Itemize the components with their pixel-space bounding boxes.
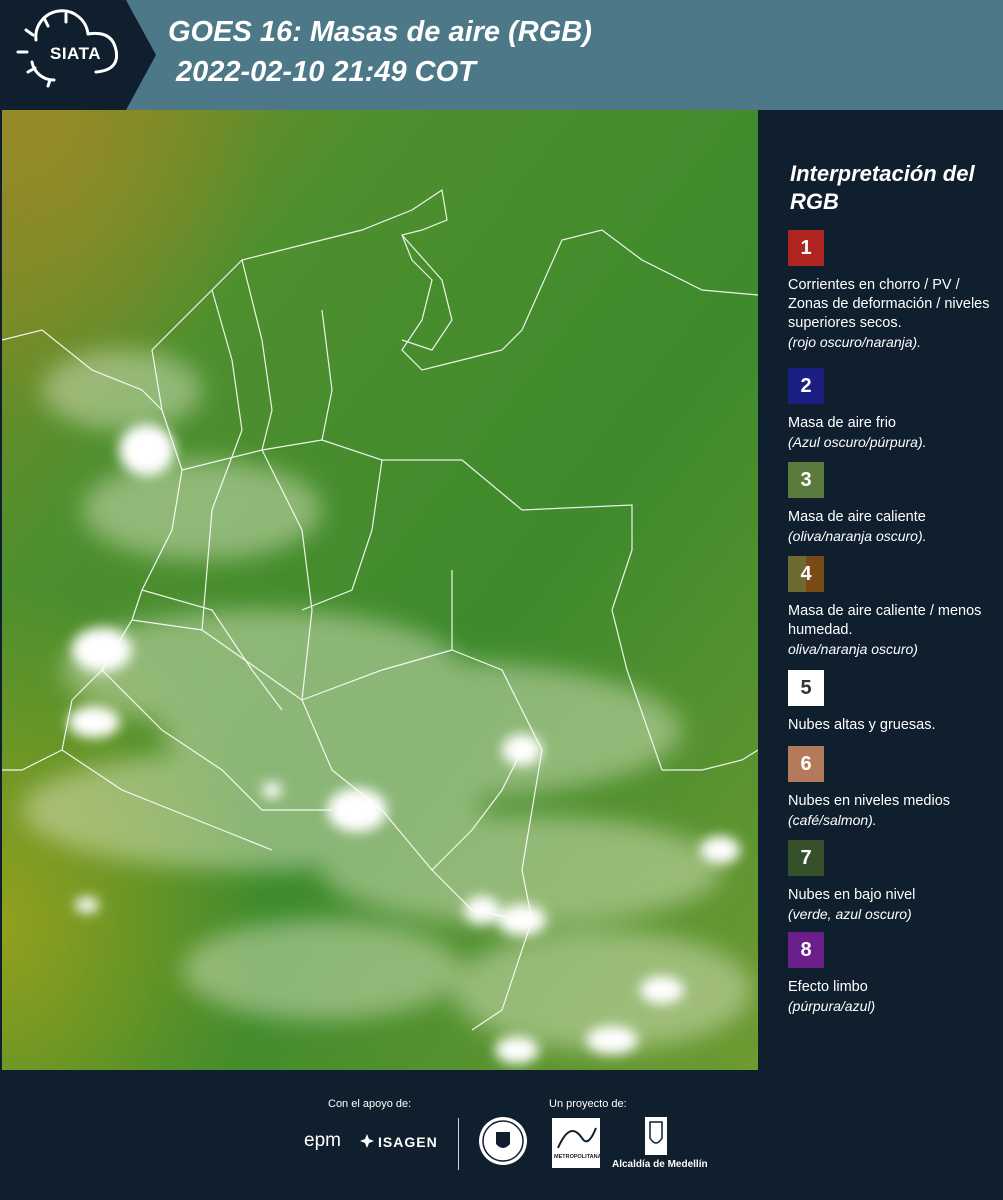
area-metropolitana-text: METROPOLITANA [554, 1154, 602, 1160]
isagen-logo: ISAGEN [378, 1134, 438, 1150]
legend-item-7: 7 Nubes en bajo nivel (verde, azul oscur… [788, 840, 998, 924]
footer: Con el apoyo de: Un proyecto de: epm ISA… [0, 1070, 1003, 1200]
legend-panel: Interpretación del RGB 1 Corrientes en c… [760, 110, 1003, 1070]
legend-note: (verde, azul oscuro) [788, 906, 912, 922]
logo-text: SIATA [50, 44, 101, 63]
legend-desc: Masa de aire frio [788, 415, 896, 431]
legend-swatch: 3 [788, 462, 824, 498]
legend-swatch: 4 [788, 556, 824, 592]
legend-note: (púrpura/azul) [788, 998, 876, 1014]
legend-swatch: 1 [788, 230, 824, 266]
alcaldia-emblem-icon [644, 1116, 668, 1161]
legend-note: (Azul oscuro/púrpura). [788, 434, 927, 450]
page-title: GOES 16: Masas de aire (RGB) [168, 16, 592, 48]
legend-title: Interpretación del RGB [790, 161, 975, 214]
legend-swatch: 7 [788, 840, 824, 876]
legend-swatch: 5 [788, 670, 824, 706]
legend-item-3: 3 Masa de aire caliente (oliva/naranja o… [788, 462, 998, 546]
footer-divider [458, 1118, 459, 1170]
legend-note: oliva/naranja oscuro) [788, 641, 918, 657]
legend-desc: Nubes altas y gruesas. [788, 717, 936, 733]
legend-desc: Efecto limbo [788, 979, 868, 995]
epm-logo: epm [304, 1130, 341, 1151]
university-seal-icon [478, 1116, 528, 1171]
legend-swatch: 8 [788, 932, 824, 968]
area-metropolitana-logo: METROPOLITANA [552, 1118, 602, 1168]
legend-desc: Nubes en bajo nivel [788, 887, 916, 903]
isagen-icon [360, 1134, 374, 1153]
legend-desc: Corrientes en chorro / PV / Zonas de def… [788, 277, 990, 331]
siata-logo: SIATA [0, 0, 156, 110]
legend-desc: Masa de aire caliente / menos humedad. [788, 603, 982, 638]
legend-note: (café/salmon). [788, 812, 877, 828]
support-label: Con el apoyo de: [328, 1098, 412, 1110]
legend-swatch: 6 [788, 746, 824, 782]
project-label: Un proyecto de: [549, 1098, 627, 1110]
legend-item-8: 8 Efecto limbo (púrpura/azul) [788, 932, 998, 1016]
legend-desc: Masa de aire caliente [788, 509, 926, 525]
legend-note: (rojo oscuro/naranja). [788, 334, 922, 350]
legend-item-4: 4 Masa de aire caliente / menos humedad.… [788, 556, 998, 659]
legend-note: (oliva/naranja oscuro). [788, 528, 927, 544]
legend-item-5: 5 Nubes altas y gruesas. [788, 670, 998, 735]
legend-item-2: 2 Masa de aire frio (Azul oscuro/púrpura… [788, 368, 998, 452]
header-bar: SIATA GOES 16: Masas de aire (RGB) 2022-… [0, 0, 1003, 110]
legend-swatch: 2 [788, 368, 824, 404]
legend-desc: Nubes en niveles medios [788, 793, 951, 809]
alcaldia-text: Alcaldía de Medellín [612, 1159, 708, 1170]
page-timestamp: 2022-02-10 21:49 COT [176, 56, 476, 88]
legend-item-6: 6 Nubes en niveles medios (café/salmon). [788, 746, 998, 830]
satellite-map [2, 110, 758, 1070]
legend-item-1: 1 Corrientes en chorro / PV / Zonas de d… [788, 230, 998, 352]
